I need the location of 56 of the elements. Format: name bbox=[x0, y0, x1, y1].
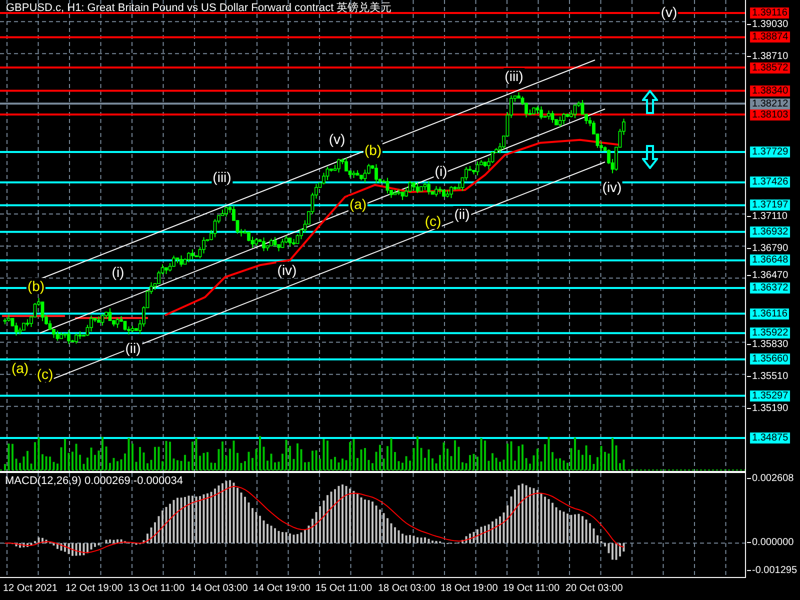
wave-label: (ii) bbox=[453, 206, 471, 222]
wave-label: (a) bbox=[348, 196, 368, 212]
wave-label: (iv) bbox=[601, 179, 623, 195]
time-label: 20 Oct 03:00 bbox=[566, 582, 623, 595]
price-tick-label: 1.35190 bbox=[747, 403, 788, 414]
wave-label: (i) bbox=[434, 163, 448, 179]
price-level-label: 1.35660 bbox=[750, 354, 790, 365]
time-label: 12 Oct 2021 bbox=[3, 582, 58, 595]
wave-label: (b) bbox=[363, 142, 383, 158]
price-level-label: 1.38874 bbox=[750, 32, 790, 43]
time-label: 14 Oct 03:00 bbox=[190, 582, 248, 595]
price-tick-label: 1.39030 bbox=[747, 18, 788, 30]
time-label: 18 Oct 19:00 bbox=[440, 582, 498, 595]
price-level-label: 1.37426 bbox=[750, 176, 790, 188]
wave-label: (iii) bbox=[212, 169, 232, 185]
price-level-label: 1.36932 bbox=[750, 226, 790, 238]
price-level-label: 1.37197 bbox=[750, 200, 790, 211]
price-level-label: 1.34875 bbox=[750, 432, 790, 444]
time-label: 15 Oct 11:00 bbox=[316, 582, 372, 595]
time-label: 18 Oct 03:00 bbox=[378, 582, 436, 595]
wave-label: (ii) bbox=[124, 340, 142, 356]
window-title: GBPUSD.c, H1: Great Britain Pound vs US Dollar Forward contract 英镑兑美元 bbox=[6, 2, 392, 15]
price-tick-label: 1.35510 bbox=[747, 371, 788, 382]
price-level-label: 1.38212 bbox=[750, 98, 790, 110]
wave-label: (iv) bbox=[276, 262, 298, 278]
price-level-label: 1.37729 bbox=[750, 146, 790, 158]
time-label: 14 Oct 19:00 bbox=[253, 582, 310, 595]
time-label: 19 Oct 11:00 bbox=[503, 582, 560, 595]
price-level-label: 1.35922 bbox=[750, 328, 790, 339]
macd-tick-label: -0.001295 bbox=[747, 565, 798, 576]
wave-label: (v) bbox=[328, 131, 346, 147]
price-tick-label: 1.36470 bbox=[747, 270, 788, 282]
indicator-label: MACD(12,26,9) 0.000269 -0.000034 bbox=[5, 475, 183, 488]
time-label: 13 Oct 11:00 bbox=[128, 582, 185, 595]
macd-tick-label: 0.002608 bbox=[747, 473, 794, 484]
price-level-label: 1.35297 bbox=[750, 390, 790, 402]
price-tick-label: 1.38710 bbox=[747, 50, 788, 62]
wave-label: (c) bbox=[36, 366, 54, 382]
price-tick-label: 1.35830 bbox=[747, 339, 788, 350]
price-level-label: 1.39116 bbox=[750, 8, 790, 18]
price-tick-label: 1.36790 bbox=[747, 243, 788, 254]
wave-label: (v) bbox=[660, 4, 678, 20]
wave-label: (a) bbox=[10, 360, 30, 376]
wave-label: (iii) bbox=[504, 68, 524, 84]
price-level-label: 1.38103 bbox=[750, 109, 790, 120]
price-tick-label: 1.37110 bbox=[747, 211, 788, 222]
price-level-label: 1.36372 bbox=[750, 282, 790, 294]
macd-tick-label: 0.000000 bbox=[747, 537, 794, 548]
price-level-label: 1.38340 bbox=[750, 85, 790, 96]
price-level-label: 1.38572 bbox=[750, 62, 790, 73]
price-level-label: 1.36648 bbox=[750, 254, 790, 266]
price-level-label: 1.36116 bbox=[750, 308, 790, 320]
wave-label: (i) bbox=[110, 264, 126, 280]
wave-label: (c) bbox=[424, 213, 442, 229]
wave-label: (b) bbox=[26, 278, 46, 294]
time-label: 12 Oct 19:00 bbox=[66, 582, 123, 595]
